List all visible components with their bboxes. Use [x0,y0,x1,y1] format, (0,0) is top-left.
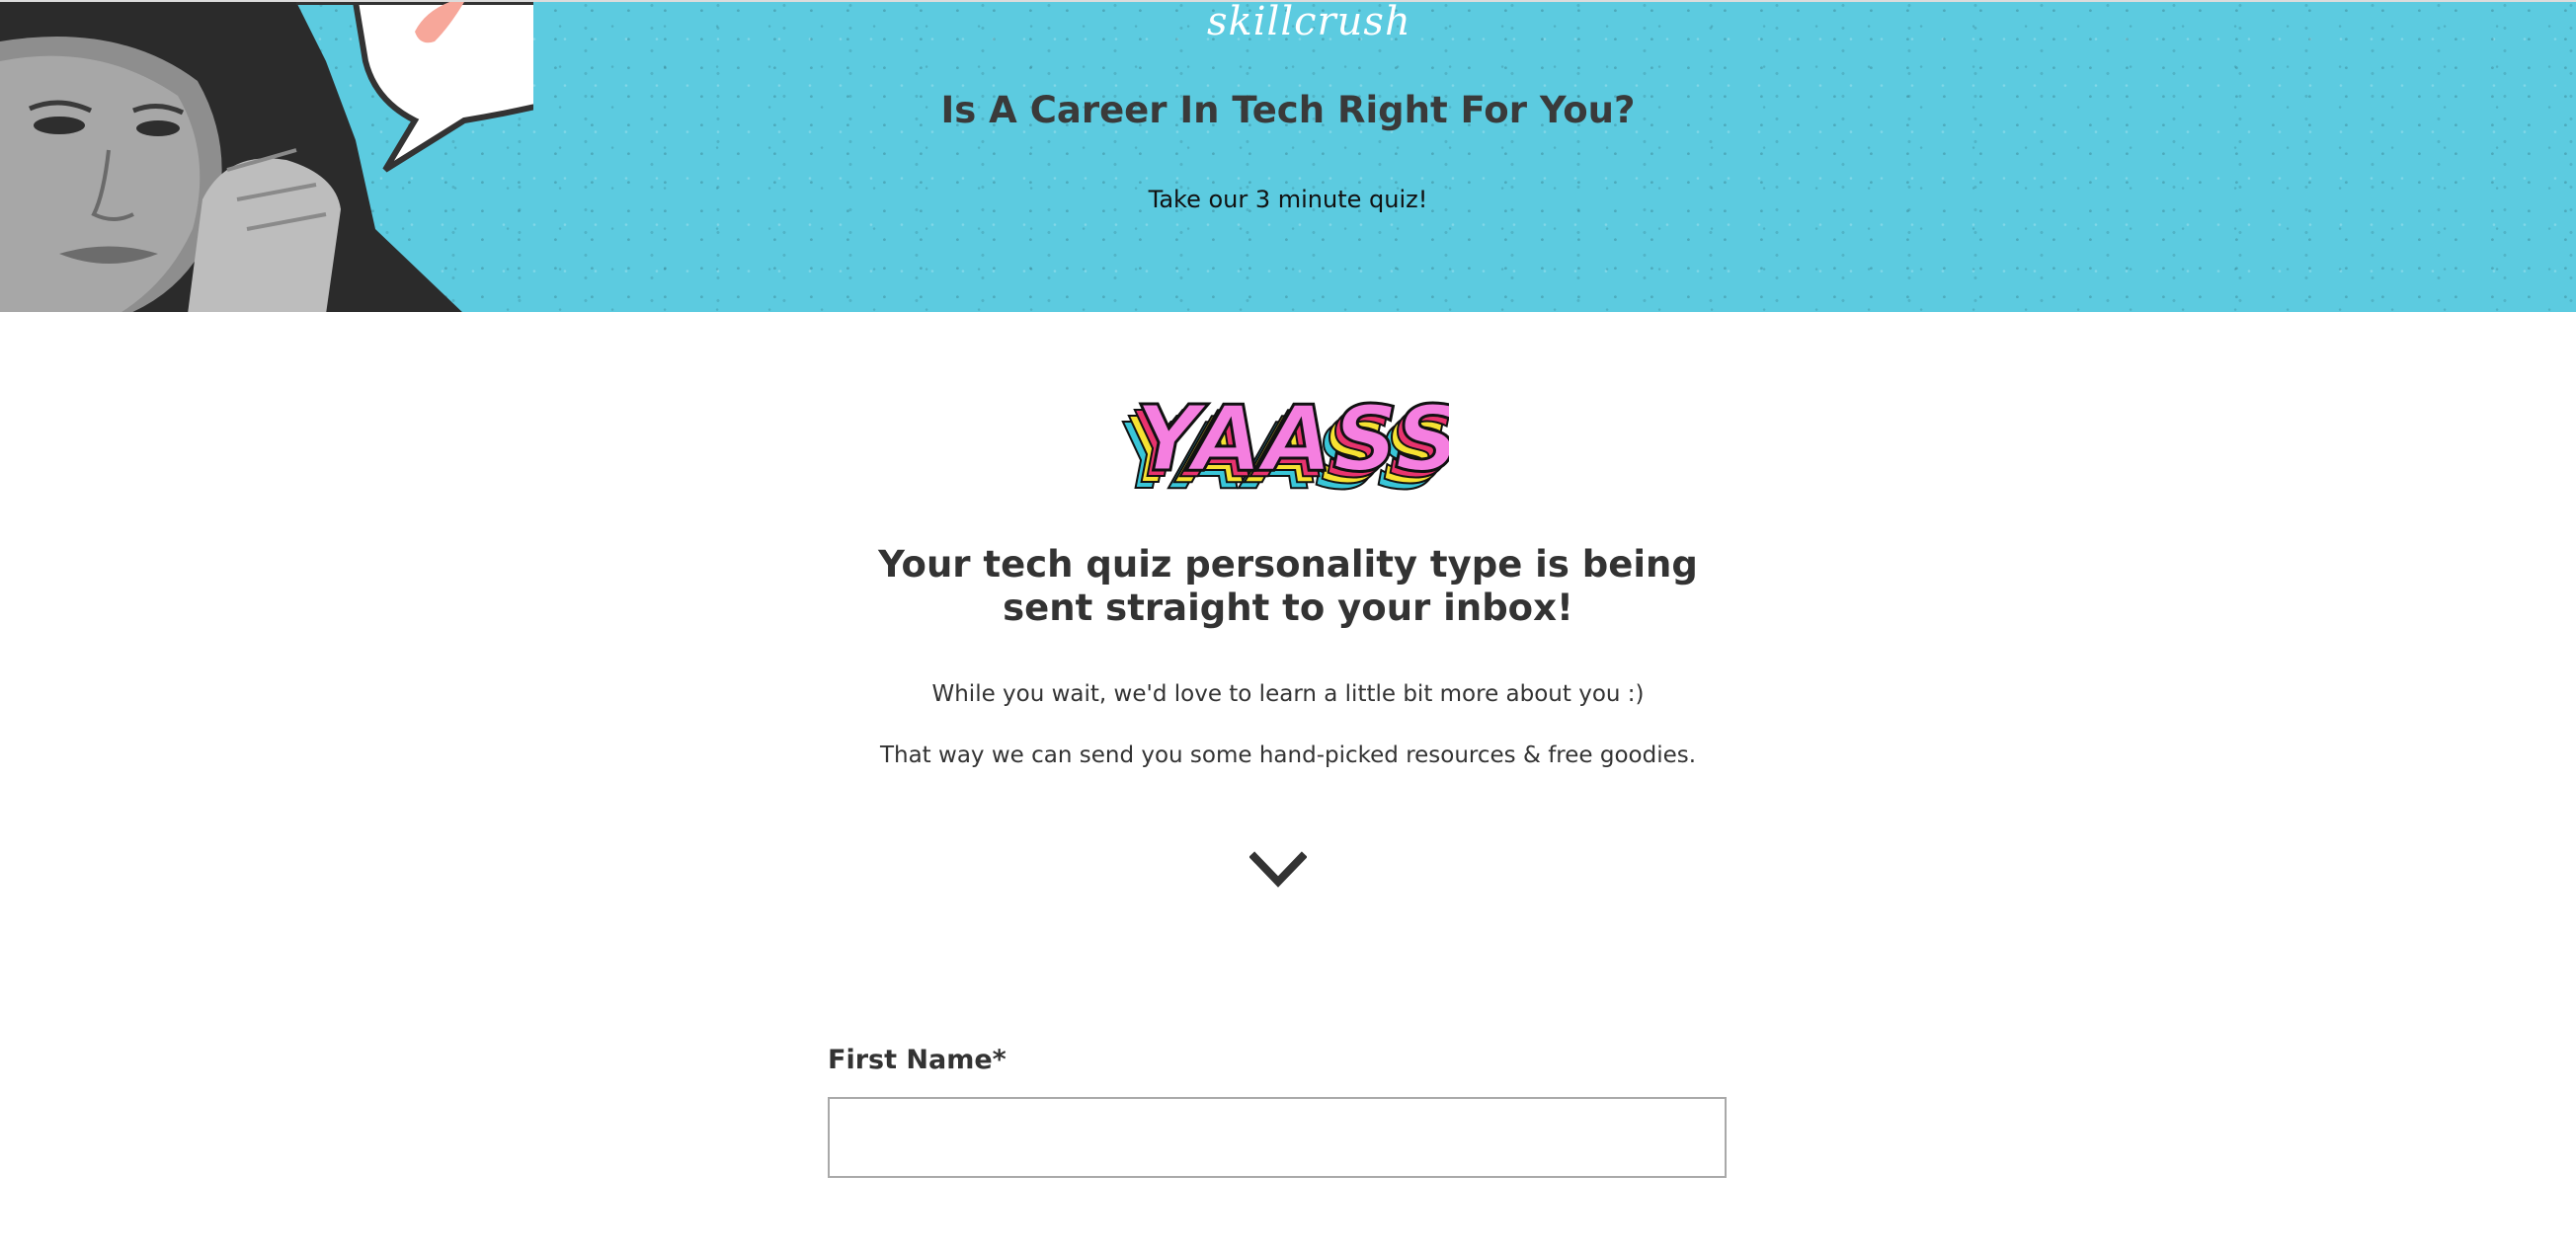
yaass-badge: YAASS YAASS YAASS YAASS [1111,385,1462,511]
first-name-input[interactable] [828,1097,1727,1178]
skillcrush-logo[interactable]: skillcrush [1207,2,1410,47]
confirmation-title: Your tech quiz personality type is being… [794,543,1782,630]
first-name-label: First Name* [828,1045,1006,1075]
hero-photo [0,2,533,312]
hero-subtitle: Take our 3 minute quiz! [1148,186,1428,213]
yaass-graphic: YAASS YAASS YAASS YAASS [1116,385,1462,511]
hero-title: Is A Career In Tech Right For You? [940,89,1636,131]
yaass-text: YAASS [1135,393,1449,492]
confirmation-title-line2: sent straight to your inbox! [1003,587,1573,629]
chevron-down-icon[interactable] [1249,851,1307,891]
confirmation-title-line1: Your tech quiz personality type is being [878,543,1698,586]
wait-message: While you wait, we'd love to learn a lit… [931,681,1645,707]
resources-message: That way we can send you some hand-picke… [879,743,1697,768]
hero-banner: skillcrush Is A Career In Tech Right For… [0,0,2576,312]
